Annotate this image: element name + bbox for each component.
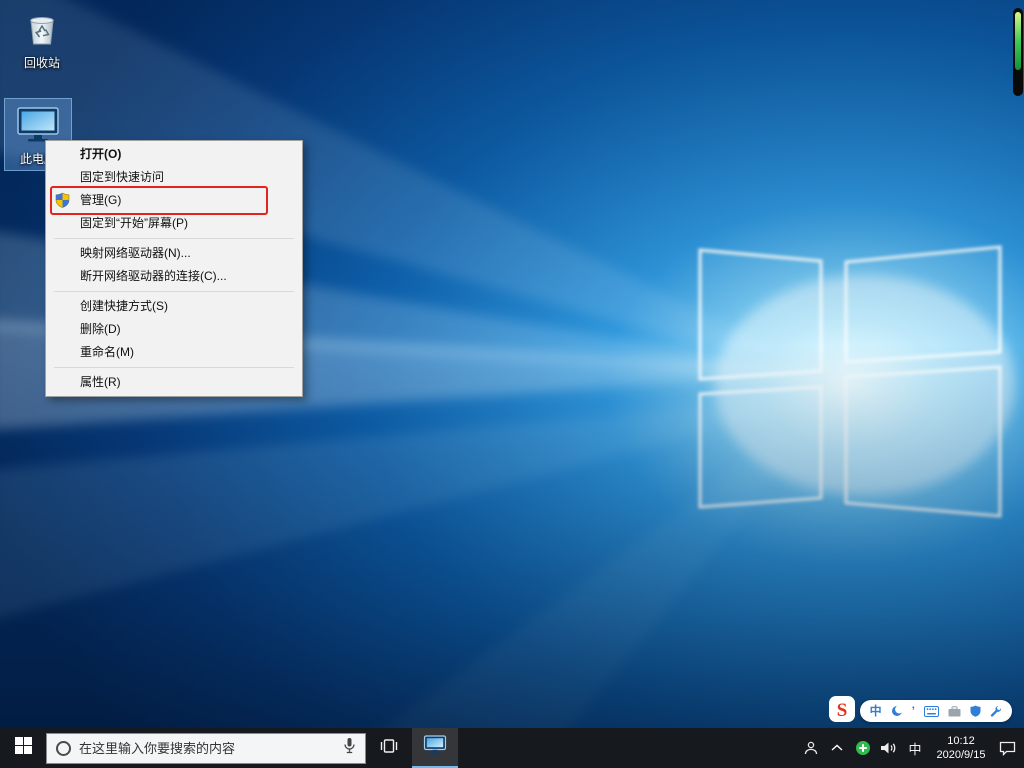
search-input[interactable] [79,741,335,756]
windows-logo-icon [15,737,32,759]
menu-item-create-shortcut[interactable]: 创建快捷方式(S) [46,295,302,318]
wrench-icon[interactable] [990,705,1002,717]
menu-item-rename[interactable]: 重命名(M) [46,341,302,364]
menu-separator [54,238,294,239]
menu-item-manage[interactable]: 管理(G) [46,189,302,212]
menu-item-map-network-drive[interactable]: 映射网络驱动器(N)... [46,242,302,265]
action-center-icon[interactable] [994,728,1020,768]
quote-icon[interactable]: ’ [912,700,915,722]
taskbar-clock[interactable]: 10:12 2020/9/15 [928,728,994,768]
menu-item-disconnect-network-drive[interactable]: 断开网络驱动器的连接(C)... [46,265,302,288]
keyboard-icon[interactable] [924,706,939,717]
svg-text:S: S [836,700,847,721]
clock-time: 10:12 [947,734,975,748]
edge-slider-level [1015,12,1021,70]
desktop-icon-recycle-bin[interactable]: 回收站 [8,10,76,70]
clock-date: 2020/9/15 [937,748,986,762]
search-icon [56,741,71,756]
toolbox-icon[interactable] [948,706,961,717]
menu-item-pin-quick-access[interactable]: 固定到快速访问 [46,166,302,189]
moon-icon[interactable] [891,705,903,717]
system-tray: 中 10:12 2020/9/15 [798,728,1024,768]
menu-item-manage-label: 管理(G) [80,193,121,207]
shield-icon[interactable] [970,705,981,717]
user-icon[interactable] [798,728,824,768]
this-pc-context-menu: 打开(O) 固定到快速访问 管理(G) 固定到“开始”屏幕(P) 映射网络驱动器… [45,140,303,397]
ime-toolbar-pill: 中 ’ [860,700,1012,722]
mic-icon[interactable] [343,737,356,759]
uac-shield-icon [55,192,71,209]
language-indicator[interactable]: 中 [902,728,928,768]
menu-separator [54,367,294,368]
taskbar: 中 10:12 2020/9/15 [0,728,1024,768]
ime-language-toggle[interactable]: 中 [870,700,882,722]
menu-item-delete[interactable]: 删除(D) [46,318,302,341]
computer-icon [423,734,447,761]
menu-item-pin-start[interactable]: 固定到“开始”屏幕(P) [46,212,302,235]
recycle-bin-label: 回收站 [24,56,60,70]
recycle-bin-icon [23,10,61,53]
menu-separator [54,291,294,292]
chevron-up-icon[interactable] [824,728,850,768]
task-view-icon [379,736,399,761]
start-button[interactable] [0,728,46,768]
volume-icon[interactable] [876,728,902,768]
antivirus-icon[interactable] [850,728,876,768]
taskbar-app-this-pc[interactable] [412,728,458,768]
edge-brightness-slider[interactable] [1013,8,1023,96]
taskbar-search[interactable] [46,733,366,764]
sogou-ime-bar: S 中 ’ [829,698,1012,724]
task-view-button[interactable] [366,728,412,768]
menu-item-properties[interactable]: 属性(R) [46,371,302,394]
sogou-logo-icon[interactable]: S [829,696,855,727]
menu-item-open[interactable]: 打开(O) [46,143,302,166]
